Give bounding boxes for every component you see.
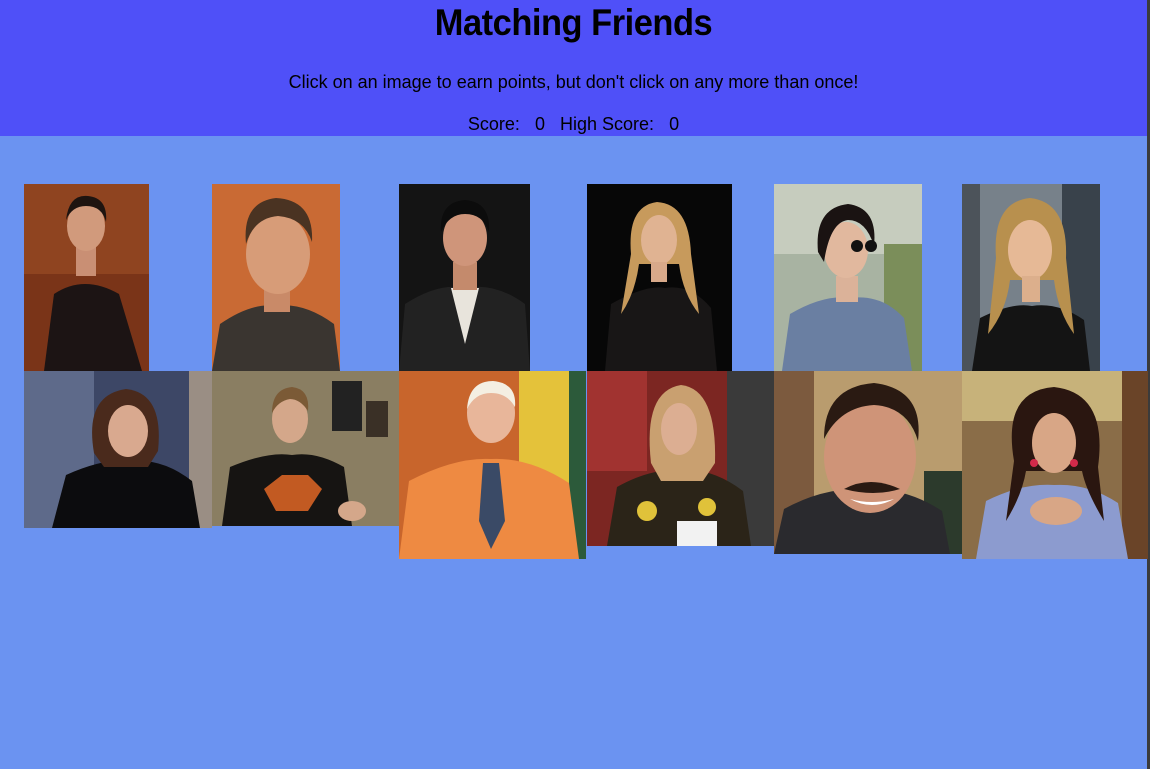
julie-photo[interactable] (24, 371, 212, 528)
high-score-value: 0 (669, 114, 680, 134)
page-title: Matching Friends (434, 2, 713, 43)
emily-photo[interactable] (587, 371, 774, 546)
gunther-photo[interactable] (399, 371, 586, 559)
rachel-photo[interactable] (962, 184, 1100, 371)
janice-photo[interactable] (962, 371, 1148, 559)
page: Matching Friends Click on an image to ea… (0, 0, 1150, 769)
richard-photo[interactable] (774, 371, 962, 554)
joey-photo[interactable] (399, 184, 530, 371)
header-banner: Matching Friends Click on an image to ea… (0, 0, 1147, 136)
chandler-photo[interactable] (212, 184, 340, 371)
monica-photo[interactable] (774, 184, 922, 371)
instructions-text: Click on an image to earn points, but do… (288, 72, 859, 92)
score-value: 0 (534, 114, 545, 134)
phoebe-photo[interactable] (587, 184, 732, 371)
score-label: Score: (467, 114, 520, 134)
high-score-label: High Score: (560, 114, 655, 134)
eddie-photo[interactable] (212, 371, 399, 526)
score-bar: Score: 0 High Score: 0 (0, 114, 1147, 135)
ross-photo[interactable] (24, 184, 149, 371)
